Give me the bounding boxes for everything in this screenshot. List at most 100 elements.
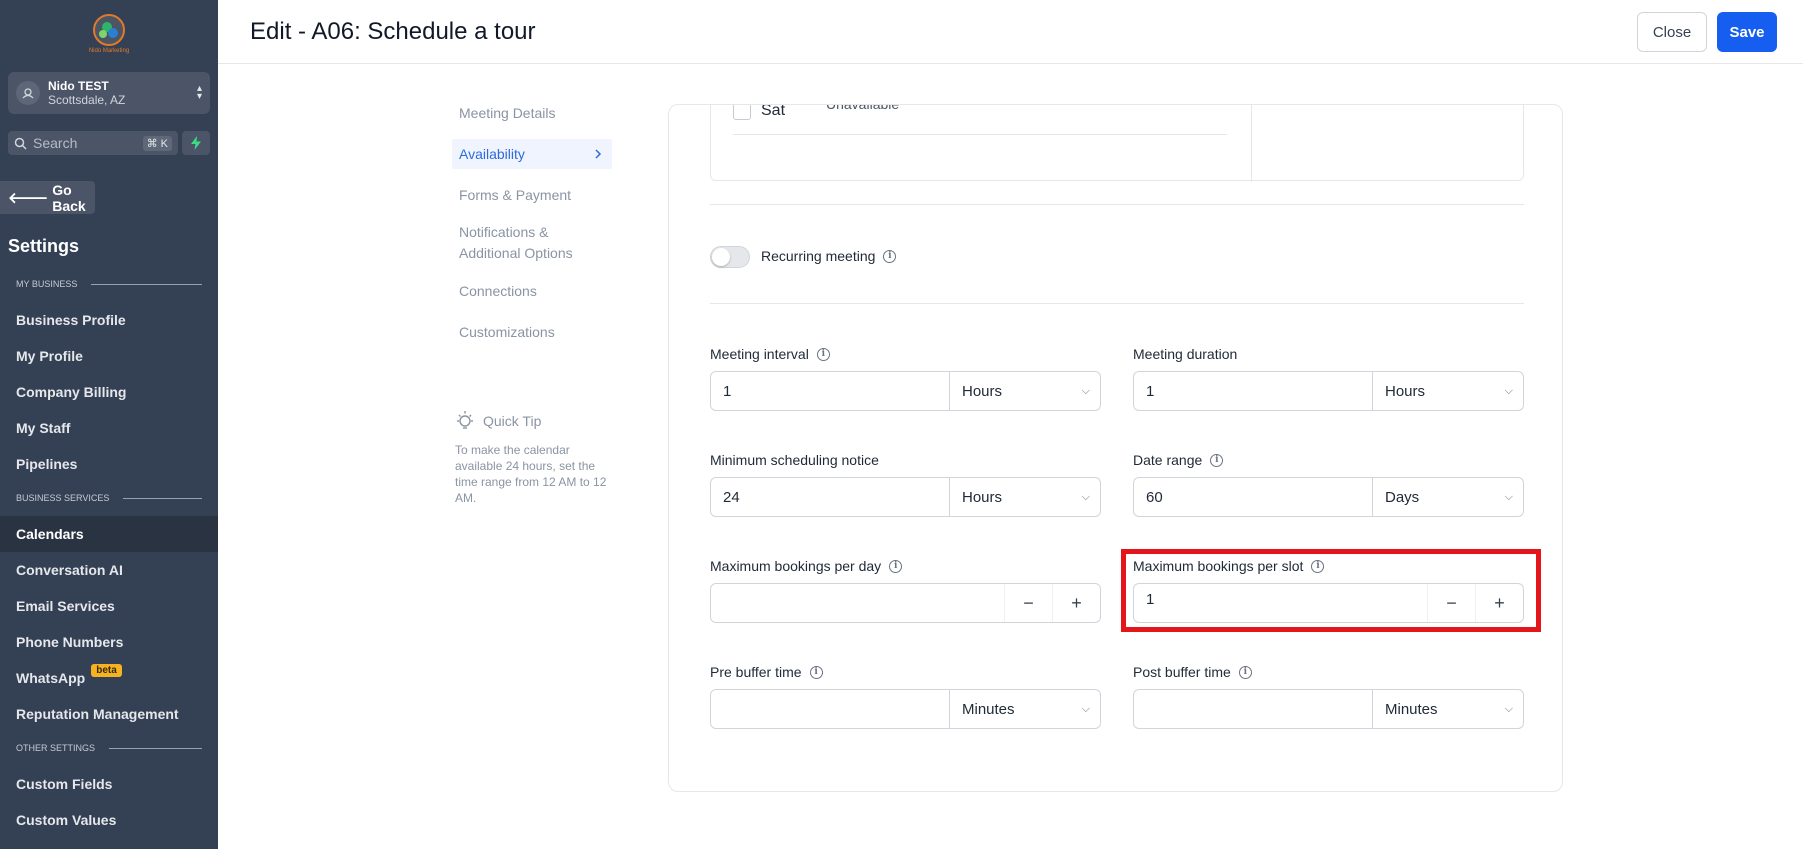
max-bookings-per-slot-field: Maximum bookings per slot i 1 − +: [1133, 557, 1524, 623]
divider: [710, 303, 1524, 304]
meeting-duration-unit-select[interactable]: Hours ⌵: [1373, 372, 1523, 410]
meeting-interval-field: Meeting interval i 1 Hours ⌵: [710, 345, 1101, 411]
sidebar-item-calendars[interactable]: Calendars: [0, 516, 218, 552]
chevron-down-icon: ⌵: [1081, 490, 1090, 503]
tab-forms-payment[interactable]: Forms & Payment: [452, 180, 612, 210]
info-icon[interactable]: i: [1311, 559, 1325, 573]
day-checkbox-sat[interactable]: [733, 105, 751, 120]
account-switcher[interactable]: Nido TEST Scottsdale, AZ ▴ ▾: [8, 72, 210, 114]
info-icon[interactable]: i: [883, 249, 897, 263]
meeting-duration-input[interactable]: 1: [1134, 372, 1373, 410]
sidebar-item-company-billing[interactable]: Company Billing: [0, 374, 218, 410]
tab-connections[interactable]: Connections: [452, 276, 612, 306]
lightbulb-icon: [457, 411, 473, 429]
recurring-meeting-toggle[interactable]: [710, 246, 750, 268]
decrement-button[interactable]: −: [1427, 584, 1475, 622]
quick-action-button[interactable]: [182, 131, 210, 155]
sidebar-item-custom-values[interactable]: Custom Values: [0, 802, 218, 838]
select-value: Hours: [962, 382, 1003, 400]
beta-badge: beta: [91, 663, 122, 677]
sidebar-item-pipelines[interactable]: Pipelines: [0, 446, 218, 482]
field-label: Post buffer time: [1133, 664, 1231, 680]
quick-tip-body: To make the calendar available 24 hours,…: [455, 443, 607, 505]
tab-customizations[interactable]: Customizations: [452, 317, 612, 347]
go-back-button[interactable]: 🡐 Go Back: [0, 181, 95, 214]
section-label-other-settings: OTHER SETTINGS: [16, 743, 202, 753]
save-button[interactable]: Save: [1717, 12, 1777, 52]
day-label: Sat: [761, 104, 786, 119]
logo-text: Nido Marketing: [88, 48, 130, 54]
post-buffer-input[interactable]: [1134, 690, 1373, 728]
chevron-down-icon: ⌵: [1504, 490, 1513, 503]
decrement-button[interactable]: −: [1004, 584, 1052, 622]
pre-buffer-unit-select[interactable]: Minutes ⌵: [950, 690, 1100, 728]
date-range-input[interactable]: 60: [1134, 478, 1373, 516]
increment-button[interactable]: +: [1052, 584, 1100, 622]
select-value: Days: [1385, 488, 1420, 506]
location-icon: [16, 81, 40, 105]
sidebar-item-reputation-management[interactable]: Reputation Management: [0, 696, 218, 732]
company-logo[interactable]: Nido Marketing: [82, 14, 136, 58]
arrow-left-icon: 🡐: [8, 190, 49, 207]
search-placeholder: Search: [33, 135, 78, 151]
pre-buffer-input[interactable]: [711, 690, 950, 728]
divider: [1251, 105, 1252, 182]
max-bookings-per-day-field: Maximum bookings per day i − +: [710, 557, 1101, 623]
settings-tabs: Meeting Details Availability Forms & Pay…: [452, 98, 612, 358]
pre-buffer-field: Pre buffer time i Minutes ⌵: [710, 663, 1101, 729]
sidebar-item-my-staff[interactable]: My Staff: [0, 410, 218, 446]
tab-meeting-details[interactable]: Meeting Details: [452, 98, 612, 128]
sidebar-item-email-services[interactable]: Email Services: [0, 588, 218, 624]
sidebar-item-my-profile[interactable]: My Profile: [0, 338, 218, 374]
section-label-my-business: MY BUSINESS: [16, 279, 202, 289]
increment-button[interactable]: +: [1475, 584, 1523, 622]
info-icon[interactable]: i: [809, 665, 823, 679]
field-label: Pre buffer time: [710, 664, 802, 680]
info-icon[interactable]: i: [889, 559, 903, 573]
post-buffer-field: Post buffer time i Minutes ⌵: [1133, 663, 1524, 729]
tab-availability[interactable]: Availability: [452, 139, 612, 169]
close-button[interactable]: Close: [1637, 12, 1707, 52]
meeting-duration-field: Meeting duration 1 Hours ⌵: [1133, 345, 1524, 411]
account-location: Scottsdale, AZ: [48, 93, 126, 107]
search-icon: [14, 137, 27, 150]
info-icon[interactable]: i: [816, 347, 830, 361]
page-header: Edit - A06: Schedule a tour Close Save: [218, 0, 1803, 64]
sidebar-item-custom-fields[interactable]: Custom Fields: [0, 766, 218, 802]
sidebar-item-whatsapp[interactable]: WhatsApp beta: [0, 660, 218, 696]
search-shortcut: ⌘ K: [142, 135, 172, 151]
date-range-unit-select[interactable]: Days ⌵: [1373, 478, 1523, 516]
divider: [733, 134, 1227, 135]
post-buffer-unit-select[interactable]: Minutes ⌵: [1373, 690, 1523, 728]
toggle-knob: [712, 248, 730, 266]
meeting-interval-unit-select[interactable]: Hours ⌵: [950, 372, 1100, 410]
max-bookings-per-day-input[interactable]: [711, 584, 1004, 622]
divider: [710, 204, 1524, 205]
tab-notifications[interactable]: Notifications & Additional Options: [452, 221, 612, 265]
select-value: Minutes: [962, 700, 1015, 718]
chevron-down-icon: ⌵: [1504, 702, 1513, 715]
field-label: Minimum scheduling notice: [710, 452, 879, 468]
minimum-notice-unit-select[interactable]: Hours ⌵: [950, 478, 1100, 516]
max-bookings-per-slot-input[interactable]: 1: [1134, 584, 1427, 622]
sidebar-item-conversation-ai[interactable]: Conversation AI: [0, 552, 218, 588]
chevron-down-icon: ⌵: [1504, 384, 1513, 397]
minimum-notice-input[interactable]: 24: [711, 478, 950, 516]
logo-mark: [93, 14, 125, 46]
quick-tip: Quick Tip To make the calendar available…: [455, 410, 607, 506]
meeting-interval-input[interactable]: 1: [711, 372, 950, 410]
date-range-field: Date range i 60 Days ⌵: [1133, 451, 1524, 517]
select-value: Hours: [962, 488, 1003, 506]
field-label: Date range: [1133, 452, 1203, 468]
field-label: Meeting duration: [1133, 346, 1238, 362]
chevron-up-down-icon: ▴ ▾: [196, 83, 202, 102]
weekly-availability: Sat Unavailable: [710, 104, 1524, 182]
go-back-label: Go Back: [52, 181, 86, 214]
select-value: Minutes: [1385, 700, 1438, 718]
search-input[interactable]: Search ⌘ K: [8, 131, 178, 155]
sidebar-item-business-profile[interactable]: Business Profile: [0, 302, 218, 338]
info-icon[interactable]: i: [1238, 665, 1252, 679]
info-icon[interactable]: i: [1210, 453, 1224, 467]
sidebar-item-phone-numbers[interactable]: Phone Numbers: [0, 624, 218, 660]
availability-card: Sat Unavailable Recurring meeting i Meet…: [668, 104, 1563, 792]
